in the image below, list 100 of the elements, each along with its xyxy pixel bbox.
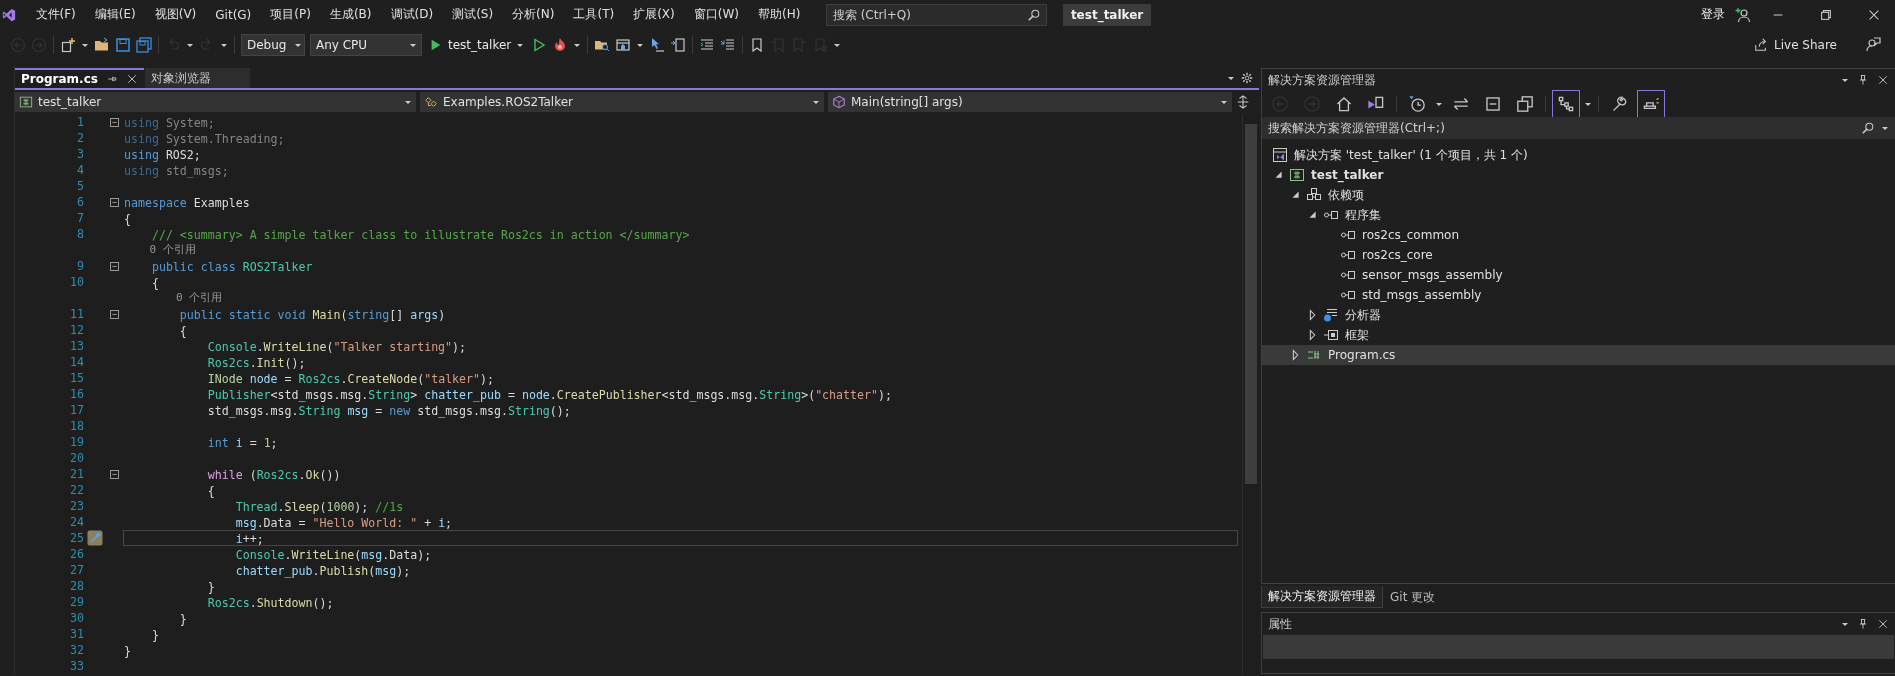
editor-tab[interactable]: Program.cs — [15, 68, 144, 88]
close-icon[interactable] — [1877, 618, 1889, 630]
code-line: Thread.Sleep(1000); //1s — [234, 499, 405, 514]
scrollbar-thumb[interactable] — [1245, 124, 1257, 484]
menu-item[interactable]: 工具(T) — [563, 6, 624, 23]
tree-item[interactable]: 依赖项 — [1262, 185, 1895, 205]
reference-count[interactable]: 0 个引用 — [123, 242, 196, 258]
menu-item[interactable]: 项目(P) — [260, 6, 321, 23]
code-line: } — [206, 579, 216, 594]
cursor-icon[interactable] — [649, 36, 666, 53]
tree-item[interactable]: 解决方案 'test_talker' (1 个项目，共 1 个) — [1262, 145, 1895, 165]
menu-item[interactable]: 调试(D) — [381, 6, 443, 23]
collapse-icon[interactable] — [110, 197, 119, 207]
split-icon[interactable] — [1236, 95, 1250, 109]
collapse-icon[interactable] — [110, 117, 119, 127]
navigation-dropdown[interactable]: Main(string[] args) — [828, 92, 1232, 112]
start-button[interactable]: test_talker — [427, 37, 527, 52]
save-all-icon[interactable] — [136, 36, 152, 53]
search-icon[interactable] — [1026, 7, 1041, 22]
tree-item-label: 框架 — [1345, 326, 1369, 344]
navigation-dropdown[interactable]: test_talker — [15, 92, 416, 112]
panel-tab[interactable]: Git 更改 — [1383, 586, 1443, 608]
restore-icon[interactable] — [1819, 7, 1833, 22]
caret-icon[interactable] — [1841, 76, 1849, 84]
object-selector-field[interactable] — [1263, 635, 1894, 659]
tree-item[interactable]: ros2cs_core — [1262, 245, 1895, 265]
line-number: 25 — [69, 530, 84, 546]
line-number: 29 — [69, 594, 84, 610]
panel-tab[interactable]: 解决方案资源管理器 — [1261, 586, 1383, 608]
line-number: 14 — [69, 354, 84, 370]
tree-item[interactable]: 程序集 — [1262, 205, 1895, 225]
save-icon[interactable] — [115, 36, 131, 53]
code-line: using System.Threading; — [123, 131, 286, 146]
search-icon[interactable] — [1861, 121, 1875, 135]
tree-item[interactable]: ros2cs_common — [1262, 225, 1895, 245]
tree-item-label: 依赖项 — [1328, 186, 1364, 204]
window-icon[interactable] — [615, 36, 632, 53]
tree-item[interactable]: test_talker — [1262, 165, 1895, 185]
code-line: using System; — [123, 115, 216, 130]
line-number: 24 — [69, 514, 84, 530]
collapse-icon[interactable] — [110, 309, 119, 319]
project-icon — [1289, 167, 1305, 183]
tree-item[interactable]: 框架 — [1262, 325, 1895, 345]
line-number: 7 — [76, 210, 84, 226]
code-line: while (Ros2cs.Ok()) — [206, 467, 342, 482]
settings-icon[interactable] — [1241, 72, 1253, 84]
tree-item[interactable]: std_msgs_assembly — [1262, 285, 1895, 305]
close-icon[interactable] — [1877, 74, 1889, 86]
sign-in-link[interactable]: 登录 — [1701, 6, 1725, 23]
class-icon — [424, 95, 438, 109]
collapse-icon[interactable] — [110, 261, 119, 271]
menu-item[interactable]: 分析(N) — [502, 6, 564, 23]
live-share-button[interactable]: Live Share — [1748, 36, 1843, 53]
menu-item[interactable]: 帮助(H) — [748, 6, 810, 23]
folder-icon[interactable] — [94, 36, 110, 53]
logo-icon — [2, 7, 16, 22]
tree-item[interactable]: sensor_msgs_assembly — [1262, 265, 1895, 285]
line-number: 17 — [69, 402, 84, 418]
editor-tab[interactable]: 对象浏览器 — [144, 68, 250, 88]
menu-item[interactable]: 编辑(E) — [85, 6, 146, 23]
indent-icon[interactable] — [699, 36, 716, 53]
caret-icon[interactable] — [1841, 620, 1849, 628]
line-number: 32 — [69, 642, 84, 658]
caret-icon[interactable] — [1881, 124, 1889, 132]
pin-icon[interactable] — [1857, 74, 1869, 86]
search-field[interactable]: 搜索 (Ctrl+Q) — [825, 3, 1047, 26]
search-field[interactable]: 搜索解决方案资源管理器(Ctrl+;) — [1262, 117, 1895, 139]
pin-icon[interactable] — [1857, 618, 1869, 630]
configuration-dropdown[interactable]: Debug — [241, 33, 305, 56]
line-number: 9 — [76, 258, 84, 274]
comment-lines-icon[interactable] — [720, 36, 737, 53]
navigation-dropdown[interactable]: Examples.ROS2Talker — [420, 92, 824, 112]
menu-item[interactable]: 扩展(X) — [623, 6, 685, 23]
menu-item[interactable]: Git(G) — [205, 7, 261, 22]
menu-item[interactable]: 生成(B) — [320, 6, 381, 23]
caret-icon[interactable] — [1227, 74, 1235, 82]
tree-item-label: 解决方案 'test_talker' (1 个项目，共 1 个) — [1294, 146, 1528, 164]
reference-count[interactable]: 0 个引用 — [123, 290, 223, 306]
caret-icon — [1220, 98, 1228, 106]
screwdriver-icon[interactable] — [87, 530, 103, 546]
add-user-icon[interactable] — [1735, 6, 1751, 23]
document-icon[interactable] — [670, 36, 687, 53]
menu-item[interactable]: 测试(S) — [442, 6, 503, 23]
close-icon[interactable] — [125, 73, 138, 85]
line-number: 1 — [76, 114, 84, 130]
collapse-icon[interactable] — [110, 469, 119, 479]
line-number: 33 — [69, 658, 84, 674]
tree-item[interactable]: Program.cs — [1262, 345, 1895, 365]
menu-item[interactable]: 文件(F) — [26, 6, 86, 23]
new-item-icon[interactable] — [60, 36, 76, 53]
tree-item[interactable]: 分析器 — [1262, 305, 1895, 325]
caret-icon[interactable] — [1584, 100, 1592, 108]
menu-item[interactable]: 窗口(W) — [684, 6, 749, 23]
configuration-dropdown[interactable]: Any CPU — [310, 33, 422, 56]
code-line: Console.WriteLine("Talker starting"); — [206, 339, 468, 354]
code-line: Console.WriteLine(msg.Data); — [234, 547, 433, 562]
caret-icon[interactable] — [1435, 100, 1443, 108]
menu-item[interactable]: 视图(V) — [145, 6, 206, 23]
solution-icon — [1272, 147, 1288, 163]
play-outline-icon[interactable] — [531, 36, 548, 53]
